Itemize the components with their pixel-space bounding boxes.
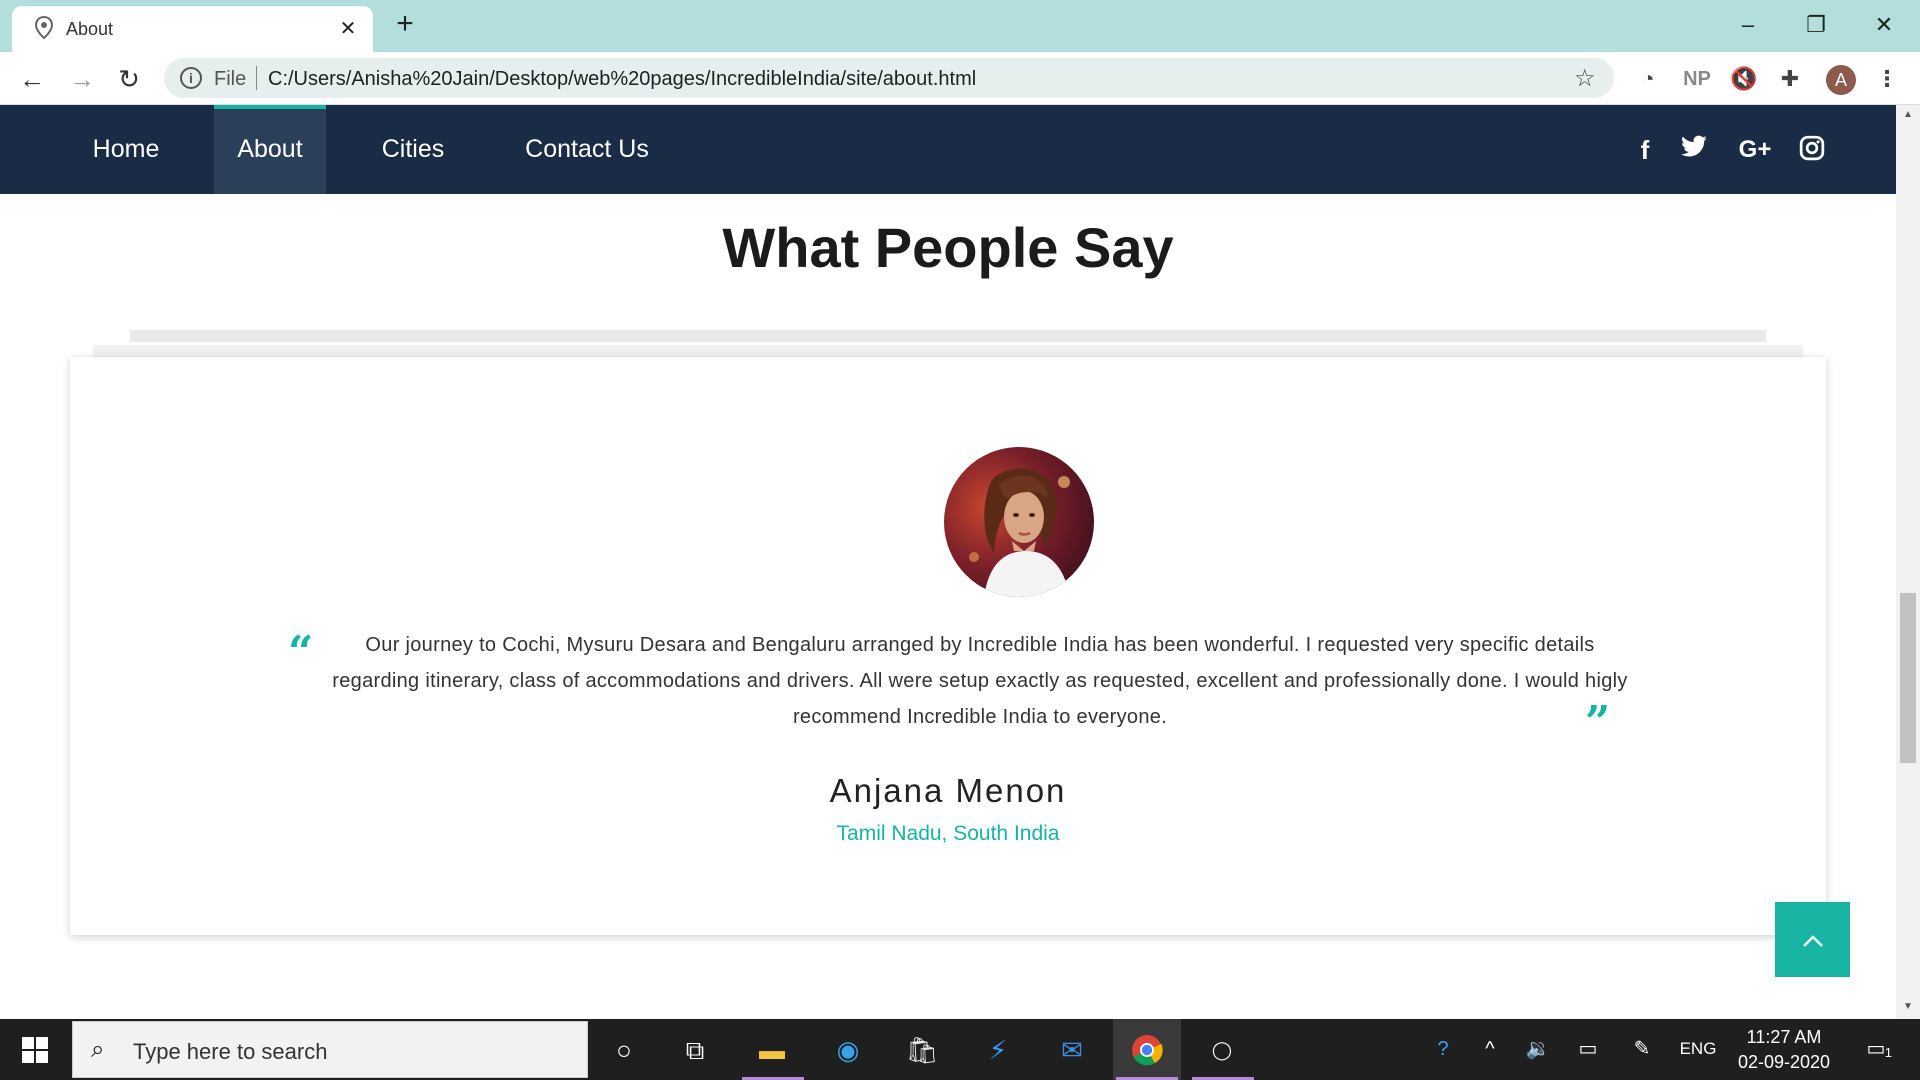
taskbar-search-input[interactable]: ⌕ Type here to search [72,1021,588,1078]
mail-icon[interactable]: ✉ [1053,1031,1091,1069]
reviewer-name: Anjana Menon [829,772,1067,809]
clock-date: 02-09-2020 [1737,1052,1831,1072]
url-text[interactable]: C:/Users/Anisha%20Jain/Desktop/web%20pag… [268,68,976,91]
reviewer-location: Tamil Nadu, South India [836,822,1060,845]
new-tab-icon[interactable]: + [390,9,420,40]
chevron-up-icon [1802,935,1823,947]
testimonial-card: “ Our journey to Cochi, Mysuru Desara an… [70,357,1826,935]
search-icon: ⌕ [91,1036,105,1063]
browser-toolbar: ← → ↻ i File C:/Users/Anisha%20Jain/Desk… [0,52,1920,105]
nav-cities[interactable]: Cities [370,105,456,194]
clock-time: 11:27 AM [1746,1027,1822,1047]
quote-open-icon: “ [288,627,314,678]
profile-avatar[interactable]: A [1826,65,1856,95]
bookmark-star-icon[interactable]: ☆ [1574,64,1596,93]
back-to-top-button[interactable] [1775,902,1850,977]
chevron-up-icon[interactable]: ^ [1478,1035,1502,1063]
reload-icon[interactable]: ↻ [113,63,145,95]
card-stack-back [130,330,1766,342]
language-indicator[interactable]: ENG [1670,1035,1726,1063]
avatar [944,447,1094,597]
restore-icon[interactable]: ❐ [1801,10,1831,40]
address-bar[interactable]: i File C:/Users/Anisha%20Jain/Desktop/we… [164,58,1614,98]
info-icon[interactable]: i [180,67,202,89]
google-plus-icon[interactable]: G+ [1735,135,1775,165]
minimize-icon[interactable]: – [1733,10,1763,40]
facebook-icon[interactable]: f [1630,135,1660,165]
taskbar-clock[interactable]: 11:27 AM 02-09-2020 [1732,1025,1836,1075]
file-explorer-icon[interactable]: ▬ [753,1031,791,1069]
tab-title: About [66,19,114,39]
speedometer-icon[interactable]: ◔ [1634,65,1662,93]
mute-icon[interactable]: 🔇 [1728,65,1760,93]
battery-icon[interactable]: ▭ [1572,1035,1604,1063]
instagram-icon[interactable] [1797,135,1827,165]
card-stack-middle [93,345,1803,357]
windows-start-icon[interactable] [22,1037,48,1063]
visual-studio-icon[interactable]: ⚡ [979,1031,1017,1069]
obs-icon[interactable]: ◯ [1203,1031,1241,1069]
notification-icon[interactable]: ▭ 1 [1856,1035,1896,1063]
address-scheme: File [214,68,247,90]
store-icon[interactable]: 🛍 [903,1031,941,1069]
edge-browser-icon[interactable]: ◉ [829,1031,867,1069]
nav-home[interactable]: Home [78,105,174,194]
windows-taskbar: ⌕ Type here to search ○ ⧉ ▬ ◉ 🛍 ⚡ ✉ ◯ ? … [0,1019,1920,1080]
task-view-icon[interactable]: ⧉ [676,1031,714,1069]
help-icon[interactable]: ? [1426,1035,1460,1063]
forward-arrow-icon[interactable]: → [66,63,98,95]
tab-strip: About ✕ + – ❐ ✕ [0,0,1920,52]
back-arrow-icon[interactable]: ← [16,63,48,95]
pen-icon[interactable]: ✎ [1628,1035,1656,1063]
page-viewport: Home About Cities Contact Us f G+ What P… [0,105,1920,1019]
speaker-icon[interactable]: 🔉 [1524,1035,1552,1063]
scrollbar-thumb[interactable] [1900,593,1916,763]
page-scrollbar[interactable]: ▲ ▼ [1896,105,1920,1019]
quote-close-icon: ” [1585,697,1611,748]
scroll-up-arrow-icon[interactable]: ▲ [1902,109,1914,121]
window-close-icon[interactable]: ✕ [1869,10,1899,40]
nav-about[interactable]: About [214,105,326,194]
close-tab-icon[interactable]: ✕ [337,18,359,40]
map-pin-icon [34,16,54,40]
chrome-icon[interactable] [1128,1031,1166,1069]
testimonial-text: Our journey to Cochi, Mysuru Desara and … [332,634,1628,728]
section-title: What People Say [722,216,1174,279]
browser-tab[interactable]: About ✕ [12,6,373,52]
np-extension-icon[interactable]: NP [1680,65,1714,93]
message-icon: ▭ [1866,1038,1886,1060]
site-navbar: Home About Cities Contact Us f G+ [0,105,1896,194]
scroll-down-arrow-icon[interactable]: ▼ [1902,1001,1914,1013]
address-divider [256,66,257,90]
search-placeholder: Type here to search [133,1039,328,1064]
cortana-icon[interactable]: ○ [605,1031,643,1069]
extensions-puzzle-icon[interactable]: ✚ [1776,65,1804,93]
nav-contact-us[interactable]: Contact Us [512,105,662,194]
notification-count: 1 [1884,1045,1892,1060]
menu-kebab-icon[interactable]: ⋮ [1876,65,1898,93]
twitter-icon[interactable] [1679,135,1709,165]
